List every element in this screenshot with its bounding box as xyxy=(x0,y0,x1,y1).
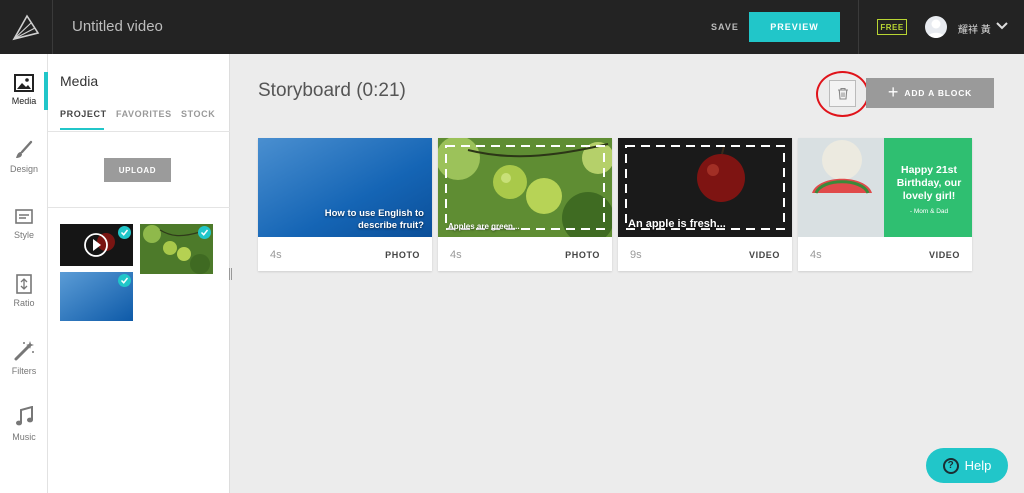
selected-check-icon xyxy=(118,226,131,239)
rail-item-ratio[interactable]: Ratio xyxy=(0,274,48,334)
card-type: PHOTO xyxy=(565,250,600,260)
rail-item-media[interactable]: Media xyxy=(0,74,48,134)
card-caption: Apples are green... xyxy=(448,222,520,231)
media-thumbnail-video[interactable] xyxy=(60,224,133,266)
panel-resize-handle[interactable] xyxy=(229,268,232,280)
panel-title: Media xyxy=(60,73,99,89)
plus-icon: + xyxy=(887,82,899,102)
caption-line: lovely girl! xyxy=(902,190,956,202)
caption-line: Birthday, our xyxy=(896,177,962,189)
rail-label: Music xyxy=(12,432,36,442)
style-icon xyxy=(15,209,33,224)
top-bar: Untitled video SAVE PREVIEW FREE 耀祥 黃 xyxy=(0,0,1024,54)
caption-signature: - Mom & Dad xyxy=(909,208,949,215)
user-name[interactable]: 耀祥 黃 xyxy=(958,21,991,36)
rail-item-design[interactable]: Design xyxy=(0,140,48,200)
selected-check-icon xyxy=(198,226,211,239)
card-preview: Apples are green... xyxy=(438,138,612,237)
brush-icon xyxy=(16,140,33,158)
video-title[interactable]: Untitled video xyxy=(72,18,163,35)
rail-label: Filters xyxy=(11,366,37,376)
panel-divider xyxy=(48,207,230,208)
card-type: VIDEO xyxy=(928,250,960,260)
help-label: Help xyxy=(964,458,992,473)
panel-divider xyxy=(48,131,230,132)
media-panel: Media PROJECT FAVORITES STOCK UPLOAD xyxy=(48,54,230,493)
rail-item-style[interactable]: Style xyxy=(0,208,48,268)
storyboard-title: Storyboard (0:21) xyxy=(258,80,406,101)
card-type: VIDEO xyxy=(748,250,780,260)
tool-rail: Media Design Style Ratio Filters Music xyxy=(0,54,48,493)
question-icon: ? xyxy=(942,457,959,474)
card-preview: An apple is fresh... xyxy=(618,138,792,237)
logo-icon xyxy=(12,14,40,41)
app-logo[interactable] xyxy=(0,0,52,54)
tab-stock[interactable]: STOCK xyxy=(181,109,215,119)
card-duration: 9s xyxy=(630,249,642,261)
rail-label: Ratio xyxy=(13,298,35,308)
card-duration: 4s xyxy=(450,249,462,261)
rail-item-music[interactable]: Music xyxy=(0,406,48,466)
help-button[interactable]: ? Help xyxy=(926,448,1008,483)
card-type: PHOTO xyxy=(385,250,420,260)
selected-check-icon xyxy=(118,274,131,287)
storyboard-card[interactable]: Apples are green... 4s PHOTO xyxy=(438,138,612,271)
storyboard-card[interactable]: How to use English to describe fruit? 4s… xyxy=(258,138,432,271)
rail-item-filters[interactable]: Filters xyxy=(0,340,48,400)
user-avatar-icon xyxy=(927,19,945,38)
rail-label: Style xyxy=(13,230,34,240)
media-thumbnail-photo[interactable] xyxy=(140,224,213,274)
header-divider xyxy=(858,0,859,54)
rail-label: Design xyxy=(9,164,38,174)
ratio-icon xyxy=(16,274,32,294)
card-preview: How to use English to describe fruit? xyxy=(258,138,432,237)
storyboard-card[interactable]: An apple is fresh... 9s VIDEO xyxy=(618,138,792,271)
card-caption: How to use English to describe fruit? xyxy=(324,208,424,231)
media-thumbnail-photo[interactable] xyxy=(60,272,133,321)
rail-label: Media xyxy=(11,96,37,106)
tab-project[interactable]: PROJECT xyxy=(60,109,107,119)
tab-favorites[interactable]: FAVORITES xyxy=(116,109,172,119)
card-duration: 4s xyxy=(810,249,822,261)
chevron-down-icon[interactable] xyxy=(996,21,1008,31)
wand-icon xyxy=(14,341,34,361)
music-note-icon xyxy=(16,406,33,426)
avatar[interactable] xyxy=(925,16,947,38)
highlight-circle xyxy=(816,71,869,117)
preview-button[interactable]: PREVIEW xyxy=(749,12,840,42)
image-icon xyxy=(14,74,34,92)
card-duration: 4s xyxy=(270,249,282,261)
card-caption: Happy 21st Birthday, our lovely girl! - … xyxy=(888,164,970,218)
plan-badge[interactable]: FREE xyxy=(877,19,907,35)
add-block-label: ADD A BLOCK xyxy=(904,88,973,98)
header-divider xyxy=(52,0,53,54)
upload-button[interactable]: UPLOAD xyxy=(104,158,171,182)
save-button[interactable]: SAVE xyxy=(711,22,739,32)
add-block-button[interactable]: + ADD A BLOCK xyxy=(866,78,994,108)
card-caption: An apple is fresh... xyxy=(628,218,726,230)
storyboard-card[interactable]: Happy 21st Birthday, our lovely girl! - … xyxy=(798,138,972,271)
card-preview: Happy 21st Birthday, our lovely girl! - … xyxy=(798,138,972,237)
caption-line: Happy 21st xyxy=(900,164,958,176)
active-tab-underline xyxy=(60,128,104,130)
